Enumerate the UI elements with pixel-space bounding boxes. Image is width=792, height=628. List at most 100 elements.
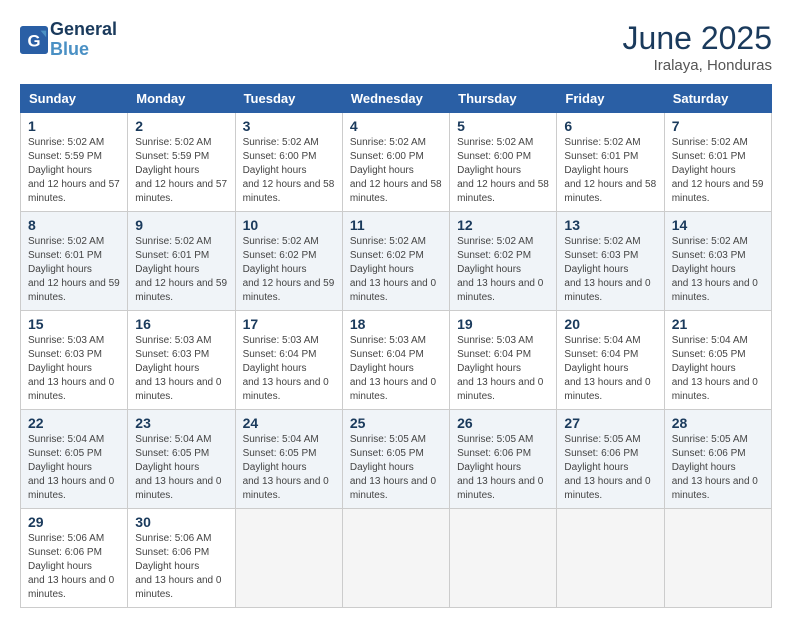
day-info: Sunrise: 5:04 AMSunset: 6:05 PMDaylight …: [135, 433, 227, 503]
calendar-cell: 27 Sunrise: 5:05 AMSunset: 6:06 PMDaylig…: [557, 410, 664, 509]
calendar-cell: [664, 509, 771, 608]
day-info: Sunrise: 5:02 AMSunset: 6:03 PMDaylight …: [564, 235, 656, 305]
day-number: 29: [28, 514, 120, 530]
svg-text:G: G: [27, 31, 40, 50]
day-info: Sunrise: 5:02 AMSunset: 6:02 PMDaylight …: [243, 235, 335, 305]
page-header: G General Blue June 2025 Iralaya, Hondur…: [20, 20, 772, 74]
day-number: 18: [350, 316, 442, 332]
calendar-cell: 28 Sunrise: 5:05 AMSunset: 6:06 PMDaylig…: [664, 410, 771, 509]
weekday-header-tuesday: Tuesday: [235, 85, 342, 113]
day-info: Sunrise: 5:05 AMSunset: 6:06 PMDaylight …: [457, 433, 549, 503]
day-number: 27: [564, 415, 656, 431]
day-info: Sunrise: 5:03 AMSunset: 6:03 PMDaylight …: [135, 334, 227, 404]
weekday-header-friday: Friday: [557, 85, 664, 113]
calendar-cell: 20 Sunrise: 5:04 AMSunset: 6:04 PMDaylig…: [557, 311, 664, 410]
calendar-cell: 12 Sunrise: 5:02 AMSunset: 6:02 PMDaylig…: [450, 212, 557, 311]
day-number: 19: [457, 316, 549, 332]
calendar-header-row: SundayMondayTuesdayWednesdayThursdayFrid…: [21, 85, 772, 113]
calendar-cell: 8 Sunrise: 5:02 AMSunset: 6:01 PMDayligh…: [21, 212, 128, 311]
calendar-cell: [342, 509, 449, 608]
day-info: Sunrise: 5:03 AMSunset: 6:04 PMDaylight …: [350, 334, 442, 404]
day-number: 28: [672, 415, 764, 431]
calendar-cell: 21 Sunrise: 5:04 AMSunset: 6:05 PMDaylig…: [664, 311, 771, 410]
calendar-week-3: 15 Sunrise: 5:03 AMSunset: 6:03 PMDaylig…: [21, 311, 772, 410]
calendar-table: SundayMondayTuesdayWednesdayThursdayFrid…: [20, 84, 772, 608]
day-info: Sunrise: 5:04 AMSunset: 6:05 PMDaylight …: [28, 433, 120, 503]
day-number: 24: [243, 415, 335, 431]
calendar-cell: 18 Sunrise: 5:03 AMSunset: 6:04 PMDaylig…: [342, 311, 449, 410]
calendar-week-2: 8 Sunrise: 5:02 AMSunset: 6:01 PMDayligh…: [21, 212, 772, 311]
day-info: Sunrise: 5:02 AMSunset: 6:01 PMDaylight …: [28, 235, 120, 305]
calendar-body: 1 Sunrise: 5:02 AMSunset: 5:59 PMDayligh…: [21, 113, 772, 608]
weekday-header-monday: Monday: [128, 85, 235, 113]
day-info: Sunrise: 5:02 AMSunset: 6:00 PMDaylight …: [243, 136, 335, 206]
calendar-cell: 14 Sunrise: 5:02 AMSunset: 6:03 PMDaylig…: [664, 212, 771, 311]
location-subtitle: Iralaya, Honduras: [623, 57, 772, 74]
day-info: Sunrise: 5:02 AMSunset: 6:01 PMDaylight …: [135, 235, 227, 305]
day-info: Sunrise: 5:02 AMSunset: 6:01 PMDaylight …: [672, 136, 764, 206]
day-info: Sunrise: 5:02 AMSunset: 6:02 PMDaylight …: [350, 235, 442, 305]
day-number: 26: [457, 415, 549, 431]
day-info: Sunrise: 5:05 AMSunset: 6:06 PMDaylight …: [672, 433, 764, 503]
calendar-cell: 6 Sunrise: 5:02 AMSunset: 6:01 PMDayligh…: [557, 113, 664, 212]
calendar-cell: 25 Sunrise: 5:05 AMSunset: 6:05 PMDaylig…: [342, 410, 449, 509]
title-block: June 2025 Iralaya, Honduras: [623, 20, 772, 74]
day-number: 2: [135, 118, 227, 134]
calendar-cell: 26 Sunrise: 5:05 AMSunset: 6:06 PMDaylig…: [450, 410, 557, 509]
day-number: 14: [672, 217, 764, 233]
day-number: 11: [350, 217, 442, 233]
day-info: Sunrise: 5:03 AMSunset: 6:04 PMDaylight …: [457, 334, 549, 404]
calendar-cell: 24 Sunrise: 5:04 AMSunset: 6:05 PMDaylig…: [235, 410, 342, 509]
day-number: 7: [672, 118, 764, 134]
logo-line2: Blue: [50, 40, 117, 60]
day-number: 15: [28, 316, 120, 332]
day-info: Sunrise: 5:02 AMSunset: 6:03 PMDaylight …: [672, 235, 764, 305]
day-info: Sunrise: 5:05 AMSunset: 6:05 PMDaylight …: [350, 433, 442, 503]
calendar-cell: [235, 509, 342, 608]
day-number: 4: [350, 118, 442, 134]
calendar-cell: 4 Sunrise: 5:02 AMSunset: 6:00 PMDayligh…: [342, 113, 449, 212]
calendar-week-5: 29 Sunrise: 5:06 AMSunset: 6:06 PMDaylig…: [21, 509, 772, 608]
weekday-header-saturday: Saturday: [664, 85, 771, 113]
weekday-header-sunday: Sunday: [21, 85, 128, 113]
day-info: Sunrise: 5:02 AMSunset: 6:01 PMDaylight …: [564, 136, 656, 206]
calendar-cell: 1 Sunrise: 5:02 AMSunset: 5:59 PMDayligh…: [21, 113, 128, 212]
day-number: 8: [28, 217, 120, 233]
day-number: 16: [135, 316, 227, 332]
day-number: 30: [135, 514, 227, 530]
logo-line1: General: [50, 20, 117, 40]
calendar-cell: 17 Sunrise: 5:03 AMSunset: 6:04 PMDaylig…: [235, 311, 342, 410]
day-number: 5: [457, 118, 549, 134]
day-info: Sunrise: 5:05 AMSunset: 6:06 PMDaylight …: [564, 433, 656, 503]
day-info: Sunrise: 5:03 AMSunset: 6:04 PMDaylight …: [243, 334, 335, 404]
day-number: 10: [243, 217, 335, 233]
day-number: 9: [135, 217, 227, 233]
day-number: 1: [28, 118, 120, 134]
calendar-cell: 3 Sunrise: 5:02 AMSunset: 6:00 PMDayligh…: [235, 113, 342, 212]
day-info: Sunrise: 5:03 AMSunset: 6:03 PMDaylight …: [28, 334, 120, 404]
calendar-cell: 13 Sunrise: 5:02 AMSunset: 6:03 PMDaylig…: [557, 212, 664, 311]
day-info: Sunrise: 5:02 AMSunset: 5:59 PMDaylight …: [28, 136, 120, 206]
day-number: 21: [672, 316, 764, 332]
day-info: Sunrise: 5:02 AMSunset: 5:59 PMDaylight …: [135, 136, 227, 206]
day-number: 20: [564, 316, 656, 332]
day-info: Sunrise: 5:04 AMSunset: 6:04 PMDaylight …: [564, 334, 656, 404]
calendar-cell: 11 Sunrise: 5:02 AMSunset: 6:02 PMDaylig…: [342, 212, 449, 311]
day-info: Sunrise: 5:02 AMSunset: 6:00 PMDaylight …: [457, 136, 549, 206]
calendar-cell: [450, 509, 557, 608]
calendar-cell: [557, 509, 664, 608]
calendar-week-1: 1 Sunrise: 5:02 AMSunset: 5:59 PMDayligh…: [21, 113, 772, 212]
day-info: Sunrise: 5:02 AMSunset: 6:00 PMDaylight …: [350, 136, 442, 206]
calendar-cell: 9 Sunrise: 5:02 AMSunset: 6:01 PMDayligh…: [128, 212, 235, 311]
weekday-header-wednesday: Wednesday: [342, 85, 449, 113]
calendar-cell: 16 Sunrise: 5:03 AMSunset: 6:03 PMDaylig…: [128, 311, 235, 410]
day-number: 12: [457, 217, 549, 233]
calendar-cell: 10 Sunrise: 5:02 AMSunset: 6:02 PMDaylig…: [235, 212, 342, 311]
calendar-cell: 7 Sunrise: 5:02 AMSunset: 6:01 PMDayligh…: [664, 113, 771, 212]
calendar-cell: 22 Sunrise: 5:04 AMSunset: 6:05 PMDaylig…: [21, 410, 128, 509]
calendar-cell: 30 Sunrise: 5:06 AMSunset: 6:06 PMDaylig…: [128, 509, 235, 608]
day-number: 13: [564, 217, 656, 233]
logo: G General Blue: [20, 20, 117, 60]
logo-icon: G: [20, 26, 48, 54]
calendar-cell: 19 Sunrise: 5:03 AMSunset: 6:04 PMDaylig…: [450, 311, 557, 410]
